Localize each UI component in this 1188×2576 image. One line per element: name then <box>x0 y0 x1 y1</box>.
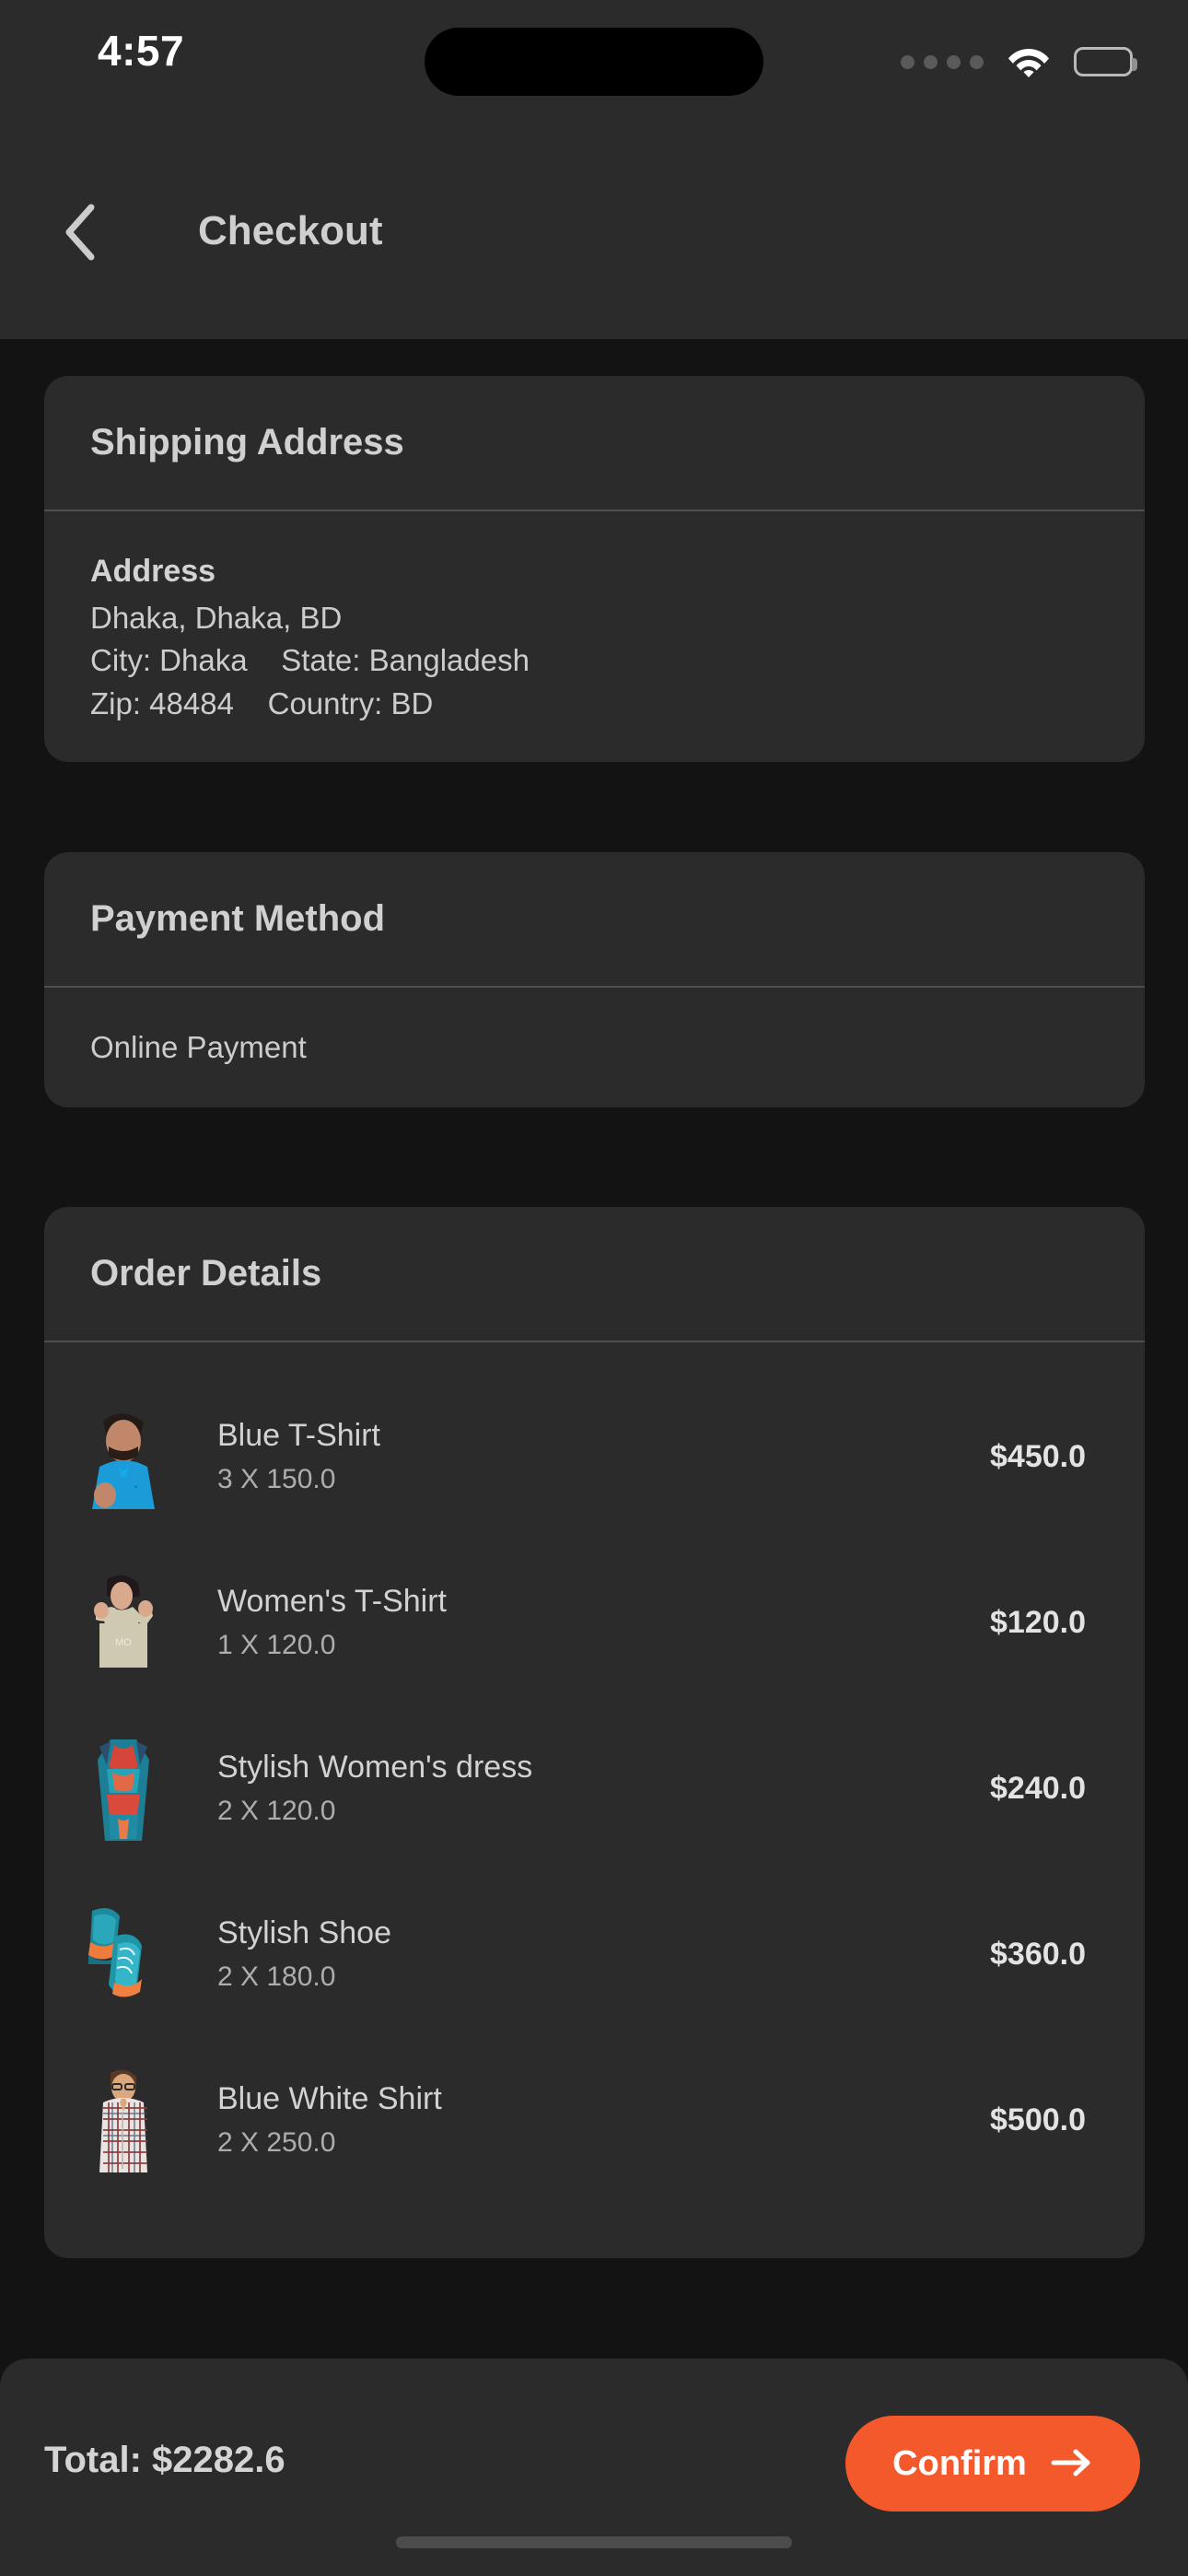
order-item-row[interactable]: Blue T-Shirt 3 X 150.0 $450.0 <box>87 1374 1099 1540</box>
order-item-info: Women's T-Shirt 1 X 120.0 <box>160 1586 990 1659</box>
address-line-3: Zip: 48484 Country: BD <box>90 685 434 720</box>
order-item-quantity: 2 X 250.0 <box>217 2127 336 2158</box>
order-item-quantity: 1 X 120.0 <box>217 1630 336 1660</box>
order-item-price: $360.0 <box>990 1936 1086 1972</box>
signal-dots-icon <box>901 54 984 69</box>
order-details-header: Order Details <box>44 1207 1145 1341</box>
chevron-left-icon <box>62 202 100 267</box>
payment-method-card[interactable]: Payment Method Online Payment <box>44 852 1145 1107</box>
svg-text:MO: MO <box>115 1637 132 1648</box>
order-item-info: Blue T-Shirt 3 X 150.0 <box>160 1420 990 1493</box>
order-details-title: Order Details <box>90 1253 322 1294</box>
payment-method-title: Payment Method <box>90 898 386 939</box>
confirm-button-label: Confirm <box>892 2443 1027 2483</box>
battery-icon <box>1074 47 1137 76</box>
address-line-2: City: Dhaka State: Bangladesh <box>90 643 530 678</box>
page-title: Checkout <box>198 208 383 253</box>
order-item-quantity: 2 X 120.0 <box>217 1796 336 1826</box>
order-item-quantity: 3 X 150.0 <box>217 1464 336 1494</box>
blue-white-shirt-photo <box>87 2067 160 2172</box>
order-item-name: Stylish Women's dress <box>217 1750 533 1785</box>
order-items-list: Blue T-Shirt 3 X 150.0 $450.0 MO Women's… <box>44 1342 1145 2258</box>
order-item-info: Stylish Shoe 2 X 180.0 <box>160 1917 990 1991</box>
confirm-button[interactable]: Confirm <box>845 2416 1140 2512</box>
scroll-content[interactable]: Shipping Address Address Dhaka, Dhaka, B… <box>0 339 1188 2359</box>
order-item-info: Stylish Women's dress 2 X 120.0 <box>160 1751 990 1825</box>
address-label: Address <box>90 554 216 589</box>
payment-method-value: Online Payment <box>90 1030 307 1064</box>
order-total: Total: $2282.6 <box>44 2440 285 2480</box>
phone-screen: 4:57 Checkout Shipping Address Address D… <box>0 0 1188 2576</box>
address-line-1: Dhaka, Dhaka, BD <box>90 601 343 635</box>
womens-tshirt-photo: MO <box>87 1570 160 1675</box>
blue-tshirt-photo <box>87 1404 160 1509</box>
order-details-card[interactable]: Order Details Blue T-Shirt 3 X 150.0 $45… <box>44 1207 1145 2258</box>
back-button[interactable] <box>46 199 116 269</box>
order-item-quantity: 2 X 180.0 <box>217 1961 336 1992</box>
order-item-row[interactable]: MO Women's T-Shirt 1 X 120.0 $120.0 <box>87 1540 1099 1705</box>
app-bar: Checkout <box>0 96 1188 339</box>
shipping-address-card[interactable]: Shipping Address Address Dhaka, Dhaka, B… <box>44 376 1145 762</box>
status-bar-time: 4:57 <box>98 27 185 75</box>
order-item-name: Women's T-Shirt <box>217 1584 447 1619</box>
shipping-address-title: Shipping Address <box>90 422 404 463</box>
bottom-bar: Total: $2282.6 Confirm <box>0 2359 1188 2576</box>
order-item-price: $500.0 <box>990 2102 1086 2137</box>
order-item-name: Blue White Shirt <box>217 2081 442 2116</box>
order-item-row[interactable]: Stylish Women's dress 2 X 120.0 $240.0 <box>87 1705 1099 1871</box>
order-item-name: Blue T-Shirt <box>217 1418 381 1453</box>
order-item-price: $240.0 <box>990 1770 1086 1806</box>
shipping-address-header: Shipping Address <box>44 376 1145 509</box>
order-item-price: $450.0 <box>990 1438 1086 1474</box>
arrow-right-icon <box>1051 2447 1093 2481</box>
order-item-name: Stylish Shoe <box>217 1915 391 1950</box>
stylish-shoe-photo <box>87 1902 160 2007</box>
wifi-icon <box>1007 46 1050 77</box>
status-bar: 4:57 <box>0 0 1188 96</box>
payment-method-body: Online Payment <box>44 988 1145 1107</box>
womens-dress-photo <box>87 1736 160 1841</box>
payment-method-header: Payment Method <box>44 852 1145 986</box>
order-item-row[interactable]: Blue White Shirt 2 X 250.0 $500.0 <box>87 2037 1099 2203</box>
order-item-info: Blue White Shirt 2 X 250.0 <box>160 2083 990 2157</box>
order-item-price: $120.0 <box>990 1604 1086 1640</box>
status-bar-indicators <box>901 46 1137 77</box>
order-item-row[interactable]: Stylish Shoe 2 X 180.0 $360.0 <box>87 1871 1099 2037</box>
shipping-address-body: Address Dhaka, Dhaka, BD City: Dhaka Sta… <box>44 511 1145 762</box>
dynamic-island <box>425 28 763 96</box>
home-indicator <box>396 2536 792 2548</box>
